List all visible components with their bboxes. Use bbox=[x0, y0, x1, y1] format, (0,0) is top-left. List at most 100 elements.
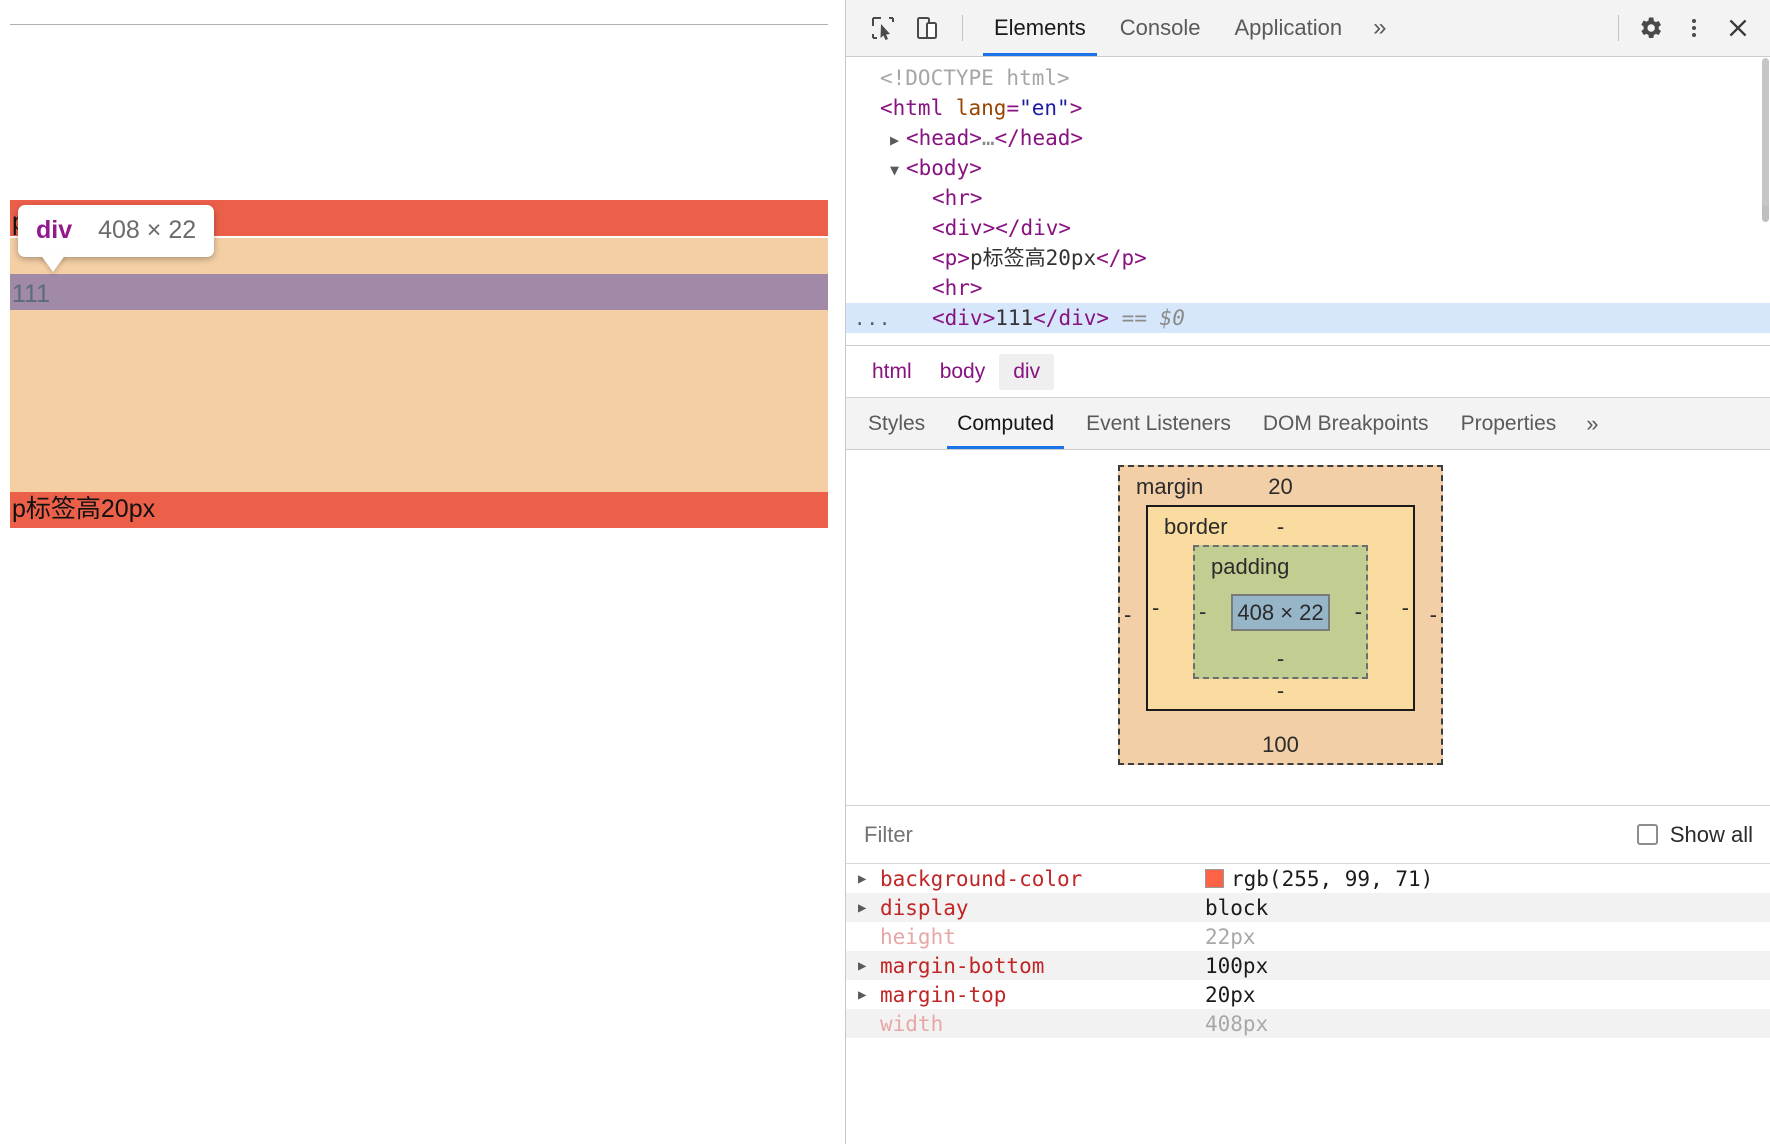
dom-node-markup: <head>…</head> bbox=[906, 126, 1084, 150]
inspector-tooltip: div 408 × 22 bbox=[18, 205, 215, 257]
property-value: 408px bbox=[1205, 1012, 1268, 1036]
tab-elements[interactable]: Elements bbox=[977, 0, 1103, 56]
property-value: rgb(255, 99, 71) bbox=[1205, 867, 1433, 891]
box-model-padding-left-value[interactable]: - bbox=[1199, 599, 1206, 625]
devtools-toolbar: Elements Console Application » bbox=[846, 0, 1770, 57]
box-model-margin-bottom-value[interactable]: 100 bbox=[1120, 732, 1441, 758]
page-paragraph-bottom-text: p标签高20px bbox=[12, 495, 156, 523]
dom-node-row[interactable]: ··· <div>111</div> == $0 bbox=[846, 303, 1770, 335]
box-model-padding-label: padding bbox=[1211, 554, 1290, 579]
sidebar-tabs: Styles Computed Event Listeners DOM Brea… bbox=[846, 398, 1770, 450]
computed-property-row[interactable]: ▶ background-color rgb(255, 99, 71) bbox=[846, 864, 1770, 893]
property-value-text: 408px bbox=[1205, 1011, 1269, 1036]
tab-styles[interactable]: Styles bbox=[852, 398, 941, 449]
box-model-content[interactable]: 408 × 22 bbox=[1231, 594, 1330, 631]
box-model-border-left-value[interactable]: - bbox=[1152, 595, 1159, 621]
box-model-border-right-value[interactable]: - bbox=[1402, 595, 1409, 621]
box-model-margin[interactable]: margin 20 - - 100 border - - - - padding… bbox=[1118, 465, 1443, 765]
tab-application[interactable]: Application bbox=[1217, 0, 1359, 56]
dom-tree: <!DOCTYPE html> <html lang="en"> ▶ <head>…<… bbox=[846, 57, 1770, 335]
box-model-padding-bottom-value[interactable]: - bbox=[1195, 646, 1366, 672]
dom-node-ellipsis-icon[interactable]: ··· bbox=[854, 309, 891, 339]
computed-property-row[interactable]: ▶ display block bbox=[846, 893, 1770, 922]
box-model-margin-right-value[interactable]: - bbox=[1430, 602, 1437, 628]
property-twisty-icon[interactable]: ▶ bbox=[858, 987, 880, 1003]
dom-node-row[interactable]: ▶ <head>…</head> bbox=[846, 123, 1770, 153]
inspector-tooltip-tag: div bbox=[36, 216, 73, 244]
twisty-collapsed-icon[interactable]: ▶ bbox=[890, 125, 906, 155]
breadcrumb-item-body[interactable]: body bbox=[926, 354, 1000, 390]
tab-event-listeners[interactable]: Event Listeners bbox=[1070, 398, 1247, 449]
device-toolbar-icon[interactable] bbox=[908, 9, 946, 47]
close-icon[interactable] bbox=[1719, 9, 1757, 47]
tab-computed[interactable]: Computed bbox=[941, 398, 1070, 449]
box-model-border-top-value[interactable]: - bbox=[1148, 514, 1413, 540]
screen: p标签高20px 111 p标签高20px div 408 × 22 bbox=[0, 0, 1770, 1144]
property-value-text: block bbox=[1205, 895, 1269, 920]
computed-property-row[interactable]: height 22px bbox=[846, 922, 1770, 951]
computed-properties-list: ▶ background-color rgb(255, 99, 71) ▶ displa… bbox=[846, 864, 1770, 1144]
page-hr-top bbox=[10, 24, 828, 25]
property-name: height bbox=[880, 924, 956, 949]
property-name: width bbox=[880, 1011, 944, 1036]
box-model-border-bottom-value[interactable]: - bbox=[1148, 678, 1413, 704]
toolbar-divider bbox=[962, 15, 963, 41]
toolbar-divider-right bbox=[1618, 15, 1619, 41]
computed-property-row[interactable]: width 408px bbox=[846, 1009, 1770, 1038]
property-value-text: 20px bbox=[1205, 982, 1256, 1007]
color-swatch-icon[interactable] bbox=[1205, 869, 1224, 888]
computed-property-row[interactable]: ▶ margin-bottom 100px bbox=[846, 951, 1770, 980]
tab-console[interactable]: Console bbox=[1103, 0, 1218, 56]
property-twisty-icon[interactable]: ▶ bbox=[858, 958, 880, 974]
highlight-margin-bottom bbox=[10, 310, 828, 492]
property-value-text: 100px bbox=[1205, 953, 1269, 978]
box-model-padding-right-value[interactable]: - bbox=[1355, 599, 1362, 625]
dom-node-markup: <hr> bbox=[932, 186, 983, 210]
dom-node-markup: <body> bbox=[906, 156, 982, 180]
filter-input[interactable] bbox=[864, 821, 1637, 848]
dom-node-markup: <!DOCTYPE html> bbox=[880, 66, 1070, 90]
breadcrumb-item-html[interactable]: html bbox=[858, 354, 926, 390]
box-model-margin-top-value[interactable]: 20 bbox=[1120, 474, 1441, 500]
property-value-text: 22px bbox=[1205, 924, 1256, 949]
kebab-menu-icon[interactable] bbox=[1675, 9, 1713, 47]
dom-node-markup: <div></div> bbox=[932, 216, 1072, 240]
dom-node-row[interactable]: <div></div> bbox=[846, 213, 1770, 243]
devtools-tabs: Elements Console Application » bbox=[977, 0, 1400, 56]
property-value: 20px bbox=[1205, 983, 1256, 1007]
dom-node-row[interactable]: ▼ <body> bbox=[846, 153, 1770, 183]
dom-node-markup: <div>111</div> == $0 bbox=[932, 306, 1185, 330]
toolbar-right-group bbox=[1606, 9, 1763, 47]
dom-node-markup: <p>p标签高20px</p> bbox=[932, 246, 1147, 270]
property-value: 100px bbox=[1205, 954, 1268, 978]
inspect-cursor-icon[interactable] bbox=[864, 9, 902, 47]
devtools-scrollbar[interactable] bbox=[1762, 58, 1769, 206]
box-model-margin-left-value[interactable]: - bbox=[1124, 602, 1131, 628]
dom-tree-panel[interactable]: <!DOCTYPE html> <html lang="en"> ▶ <head>…<… bbox=[846, 57, 1770, 346]
box-model-padding[interactable]: padding - - - 408 × 22 bbox=[1193, 545, 1368, 679]
property-twisty-icon[interactable]: ▶ bbox=[858, 871, 880, 887]
show-all-toggle[interactable]: Show all bbox=[1636, 821, 1753, 848]
property-value: block bbox=[1205, 896, 1268, 920]
rendered-page-pane: p标签高20px 111 p标签高20px div 408 × 22 bbox=[0, 0, 845, 1144]
more-tabs-chevron-icon[interactable]: » bbox=[1359, 0, 1400, 56]
tab-properties[interactable]: Properties bbox=[1445, 398, 1573, 449]
breadcrumb-item-div[interactable]: div bbox=[999, 353, 1055, 390]
computed-property-row[interactable]: ▶ margin-top 20px bbox=[846, 980, 1770, 1009]
tab-dom-breakpoints[interactable]: DOM Breakpoints bbox=[1247, 398, 1445, 449]
inspector-tooltip-pointer-icon bbox=[40, 254, 66, 272]
property-twisty-icon[interactable]: ▶ bbox=[858, 900, 880, 916]
box-model-border[interactable]: border - - - - padding - - - 408 × 22 bbox=[1146, 505, 1415, 711]
computed-filter-bar: Show all bbox=[846, 806, 1770, 864]
dom-node-row[interactable]: <p>p标签高20px</p> bbox=[846, 243, 1770, 273]
gear-icon[interactable] bbox=[1631, 9, 1669, 47]
show-all-checkbox[interactable] bbox=[1636, 824, 1658, 845]
breadcrumb: html body div bbox=[846, 346, 1770, 398]
dom-node-row[interactable]: <hr> bbox=[846, 273, 1770, 303]
dom-node-row[interactable]: <hr> bbox=[846, 183, 1770, 213]
dom-node-row[interactable]: <!DOCTYPE html> bbox=[846, 63, 1770, 93]
show-all-label: Show all bbox=[1669, 821, 1753, 847]
sidebar-more-chevron-icon[interactable]: » bbox=[1572, 398, 1612, 449]
dom-node-row[interactable]: <html lang="en"> bbox=[846, 93, 1770, 123]
twisty-expanded-icon[interactable]: ▼ bbox=[890, 155, 906, 185]
